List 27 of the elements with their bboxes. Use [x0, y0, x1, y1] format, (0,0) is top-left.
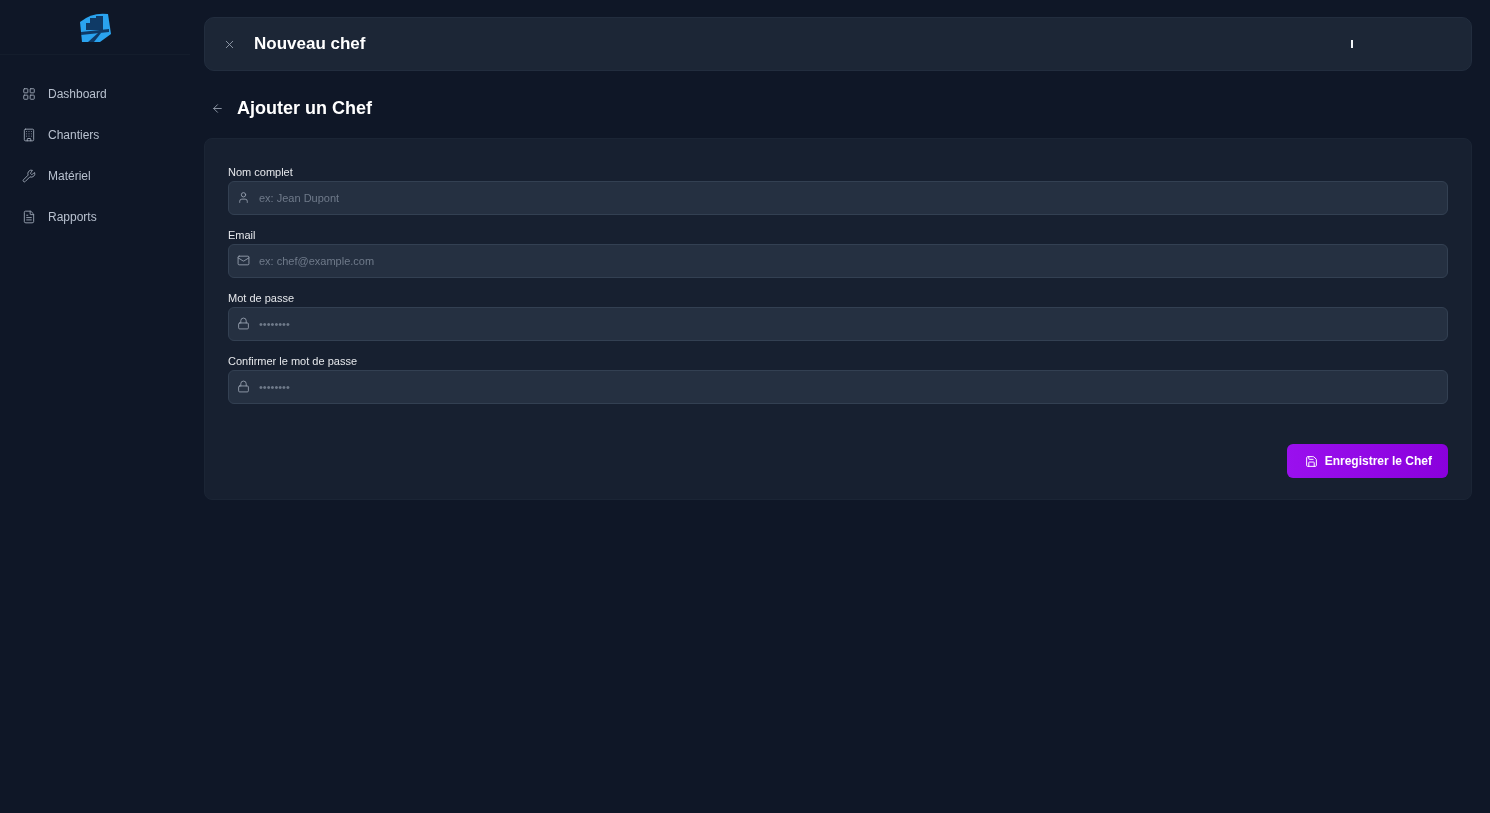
sidebar-item[interactable]: Dashboard	[14, 75, 190, 112]
field-label: Nom complet	[228, 165, 294, 179]
input-field[interactable]: ex: Jean Dupont	[228, 181, 1448, 215]
sidebar-item[interactable]: Chantiers	[14, 116, 190, 153]
lock-icon	[237, 317, 250, 330]
back-button[interactable]	[211, 102, 224, 115]
input-field[interactable]: ex: chef@example.com	[228, 244, 1448, 278]
logo-icon	[78, 12, 112, 44]
envelope-icon	[237, 254, 250, 267]
building-icon	[22, 127, 36, 142]
page-title: Ajouter un Chef	[237, 98, 372, 119]
grid-icon	[22, 86, 36, 101]
back-arrow-icon	[211, 102, 224, 115]
save-button[interactable]: Enregistrer le Chef	[1286, 444, 1448, 478]
text-cursor-icon	[1351, 40, 1353, 48]
wrench-icon	[22, 168, 36, 183]
sidebar-item[interactable]: Matériel	[14, 157, 190, 194]
lock-icon	[237, 380, 250, 393]
header-title: Nouveau chef	[254, 34, 367, 54]
sidebar-item[interactable]: Rapports	[14, 198, 190, 235]
person-icon	[237, 191, 250, 204]
document-icon	[22, 209, 36, 224]
field-label: Email	[228, 228, 257, 242]
input-field[interactable]: ••••••••	[228, 307, 1448, 341]
field-label: Confirmer le mot de passe	[228, 354, 358, 368]
input-field[interactable]: ••••••••	[228, 370, 1448, 404]
field-label: Mot de passe	[228, 291, 296, 305]
